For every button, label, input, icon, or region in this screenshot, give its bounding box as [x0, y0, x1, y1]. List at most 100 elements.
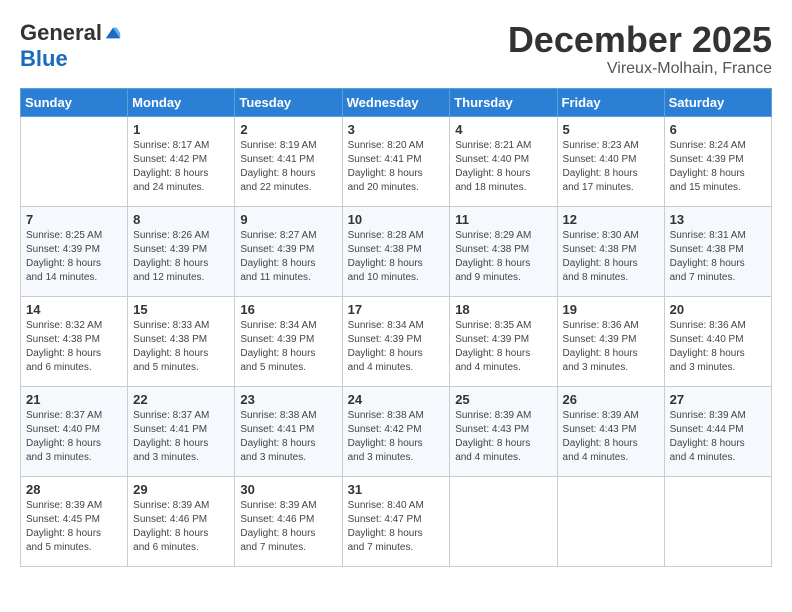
calendar-cell: 4 Sunrise: 8:21 AM Sunset: 4:40 PM Daylig… [450, 116, 557, 206]
day-info: Sunrise: 8:20 AM Sunset: 4:41 PM Dayligh… [348, 139, 445, 195]
calendar-cell [450, 476, 557, 566]
calendar-cell: 9Sunrise: 8:27 AM Sunset: 4:39 PM Daylig… [235, 206, 342, 296]
day-info: Sunrise: 8:34 AM Sunset: 4:39 PM Dayligh… [348, 319, 445, 375]
day-number: 21 [26, 392, 122, 407]
calendar-cell: 17 Sunrise: 8:34 AM Sunset: 4:39 PM Dayli… [342, 296, 450, 386]
day-number: 13 [670, 212, 766, 227]
day-info: Sunrise: 8:30 AM Sunset: 4:38 PM Dayligh… [563, 229, 659, 285]
header-thursday: Thursday [450, 88, 557, 116]
calendar-table: Sunday Monday Tuesday Wednesday Thursday… [20, 88, 772, 567]
calendar-cell: 7Sunrise: 8:25 AM Sunset: 4:39 PM Daylig… [21, 206, 128, 296]
calendar-cell: 26 Sunrise: 8:39 AM Sunset: 4:43 PM Dayli… [557, 386, 664, 476]
day-info: Sunrise: 8:17 AM Sunset: 4:42 PM Dayligh… [133, 139, 229, 195]
day-info: Sunrise: 8:39 AM Sunset: 4:44 PM Dayligh… [670, 409, 766, 465]
day-info: Sunrise: 8:35 AM Sunset: 4:39 PM Dayligh… [455, 319, 551, 375]
day-info: Sunrise: 8:34 AM Sunset: 4:39 PM Dayligh… [240, 319, 336, 375]
day-number: 27 [670, 392, 766, 407]
calendar-cell: 21 Sunrise: 8:37 AM Sunset: 4:40 PM Dayli… [21, 386, 128, 476]
header-monday: Monday [128, 88, 235, 116]
header-friday: Friday [557, 88, 664, 116]
day-number: 17 [348, 302, 445, 317]
day-number: 3 [348, 122, 445, 137]
calendar-cell: 25 Sunrise: 8:39 AM Sunset: 4:43 PM Dayli… [450, 386, 557, 476]
day-info: Sunrise: 8:28 AM Sunset: 4:38 PM Dayligh… [348, 229, 445, 285]
day-info: Sunrise: 8:33 AM Sunset: 4:38 PM Dayligh… [133, 319, 229, 375]
calendar-cell: 29 Sunrise: 8:39 AM Sunset: 4:46 PM Dayli… [128, 476, 235, 566]
calendar-cell: 28Sunrise: 8:39 AM Sunset: 4:45 PM Dayli… [21, 476, 128, 566]
calendar-cell: 3 Sunrise: 8:20 AM Sunset: 4:41 PM Daylig… [342, 116, 450, 206]
page-header: General Blue December 2025 Vireux-Molhai… [20, 20, 772, 78]
day-number: 14 [26, 302, 122, 317]
calendar-week-1: 1 Sunrise: 8:17 AM Sunset: 4:42 PM Daylig… [21, 116, 772, 206]
calendar-cell [664, 476, 771, 566]
day-number: 2 [240, 122, 336, 137]
calendar-cell: 6Sunrise: 8:24 AM Sunset: 4:39 PM Daylig… [664, 116, 771, 206]
calendar-cell: 19Sunrise: 8:36 AM Sunset: 4:39 PM Dayli… [557, 296, 664, 386]
day-number: 25 [455, 392, 551, 407]
day-info: Sunrise: 8:21 AM Sunset: 4:40 PM Dayligh… [455, 139, 551, 195]
location-subtitle: Vireux-Molhain, France [508, 60, 772, 78]
day-number: 22 [133, 392, 229, 407]
day-number: 11 [455, 212, 551, 227]
day-info: Sunrise: 8:32 AM Sunset: 4:38 PM Dayligh… [26, 319, 122, 375]
calendar-cell: 27 Sunrise: 8:39 AM Sunset: 4:44 PM Dayli… [664, 386, 771, 476]
day-number: 31 [348, 482, 445, 497]
calendar-cell: 20Sunrise: 8:36 AM Sunset: 4:40 PM Dayli… [664, 296, 771, 386]
day-info: Sunrise: 8:39 AM Sunset: 4:43 PM Dayligh… [455, 409, 551, 465]
day-number: 8 [133, 212, 229, 227]
title-block: December 2025 Vireux-Molhain, France [508, 20, 772, 78]
day-number: 6 [670, 122, 766, 137]
day-number: 30 [240, 482, 336, 497]
calendar-cell: 18 Sunrise: 8:35 AM Sunset: 4:39 PM Dayli… [450, 296, 557, 386]
day-info: Sunrise: 8:37 AM Sunset: 4:40 PM Dayligh… [26, 409, 122, 465]
day-number: 16 [240, 302, 336, 317]
day-info: Sunrise: 8:31 AM Sunset: 4:38 PM Dayligh… [670, 229, 766, 285]
day-info: Sunrise: 8:36 AM Sunset: 4:39 PM Dayligh… [563, 319, 659, 375]
day-info: Sunrise: 8:38 AM Sunset: 4:42 PM Dayligh… [348, 409, 445, 465]
day-info: Sunrise: 8:38 AM Sunset: 4:41 PM Dayligh… [240, 409, 336, 465]
day-info: Sunrise: 8:25 AM Sunset: 4:39 PM Dayligh… [26, 229, 122, 285]
day-info: Sunrise: 8:26 AM Sunset: 4:39 PM Dayligh… [133, 229, 229, 285]
day-number: 26 [563, 392, 659, 407]
header-row: Sunday Monday Tuesday Wednesday Thursday… [21, 88, 772, 116]
logo-blue-text: Blue [20, 46, 68, 72]
calendar-cell: 30 Sunrise: 8:39 AM Sunset: 4:46 PM Dayli… [235, 476, 342, 566]
calendar-cell [557, 476, 664, 566]
calendar-cell [21, 116, 128, 206]
calendar-cell: 13 Sunrise: 8:31 AM Sunset: 4:38 PM Dayli… [664, 206, 771, 296]
day-info: Sunrise: 8:39 AM Sunset: 4:46 PM Dayligh… [240, 499, 336, 555]
day-number: 28 [26, 482, 122, 497]
calendar-cell: 23 Sunrise: 8:38 AM Sunset: 4:41 PM Dayli… [235, 386, 342, 476]
day-info: Sunrise: 8:27 AM Sunset: 4:39 PM Dayligh… [240, 229, 336, 285]
calendar-cell: 5 Sunrise: 8:23 AM Sunset: 4:40 PM Daylig… [557, 116, 664, 206]
day-info: Sunrise: 8:39 AM Sunset: 4:46 PM Dayligh… [133, 499, 229, 555]
calendar-cell: 14 Sunrise: 8:32 AM Sunset: 4:38 PM Dayli… [21, 296, 128, 386]
day-number: 12 [563, 212, 659, 227]
day-info: Sunrise: 8:40 AM Sunset: 4:47 PM Dayligh… [348, 499, 445, 555]
day-number: 4 [455, 122, 551, 137]
day-number: 23 [240, 392, 336, 407]
header-saturday: Saturday [664, 88, 771, 116]
calendar-cell: 11 Sunrise: 8:29 AM Sunset: 4:38 PM Dayli… [450, 206, 557, 296]
calendar-week-2: 7Sunrise: 8:25 AM Sunset: 4:39 PM Daylig… [21, 206, 772, 296]
calendar-header: Sunday Monday Tuesday Wednesday Thursday… [21, 88, 772, 116]
day-number: 5 [563, 122, 659, 137]
day-number: 10 [348, 212, 445, 227]
calendar-week-4: 21 Sunrise: 8:37 AM Sunset: 4:40 PM Dayli… [21, 386, 772, 476]
calendar-cell: 31 Sunrise: 8:40 AM Sunset: 4:47 PM Dayli… [342, 476, 450, 566]
day-info: Sunrise: 8:39 AM Sunset: 4:43 PM Dayligh… [563, 409, 659, 465]
calendar-cell: 1 Sunrise: 8:17 AM Sunset: 4:42 PM Daylig… [128, 116, 235, 206]
day-number: 15 [133, 302, 229, 317]
header-wednesday: Wednesday [342, 88, 450, 116]
day-info: Sunrise: 8:29 AM Sunset: 4:38 PM Dayligh… [455, 229, 551, 285]
calendar-cell: 10 Sunrise: 8:28 AM Sunset: 4:38 PM Dayli… [342, 206, 450, 296]
calendar-cell: 15 Sunrise: 8:33 AM Sunset: 4:38 PM Dayli… [128, 296, 235, 386]
day-number: 18 [455, 302, 551, 317]
day-number: 1 [133, 122, 229, 137]
day-info: Sunrise: 8:37 AM Sunset: 4:41 PM Dayligh… [133, 409, 229, 465]
day-number: 24 [348, 392, 445, 407]
calendar-cell: 22 Sunrise: 8:37 AM Sunset: 4:41 PM Dayli… [128, 386, 235, 476]
calendar-cell: 12 Sunrise: 8:30 AM Sunset: 4:38 PM Dayli… [557, 206, 664, 296]
day-number: 29 [133, 482, 229, 497]
day-info: Sunrise: 8:23 AM Sunset: 4:40 PM Dayligh… [563, 139, 659, 195]
